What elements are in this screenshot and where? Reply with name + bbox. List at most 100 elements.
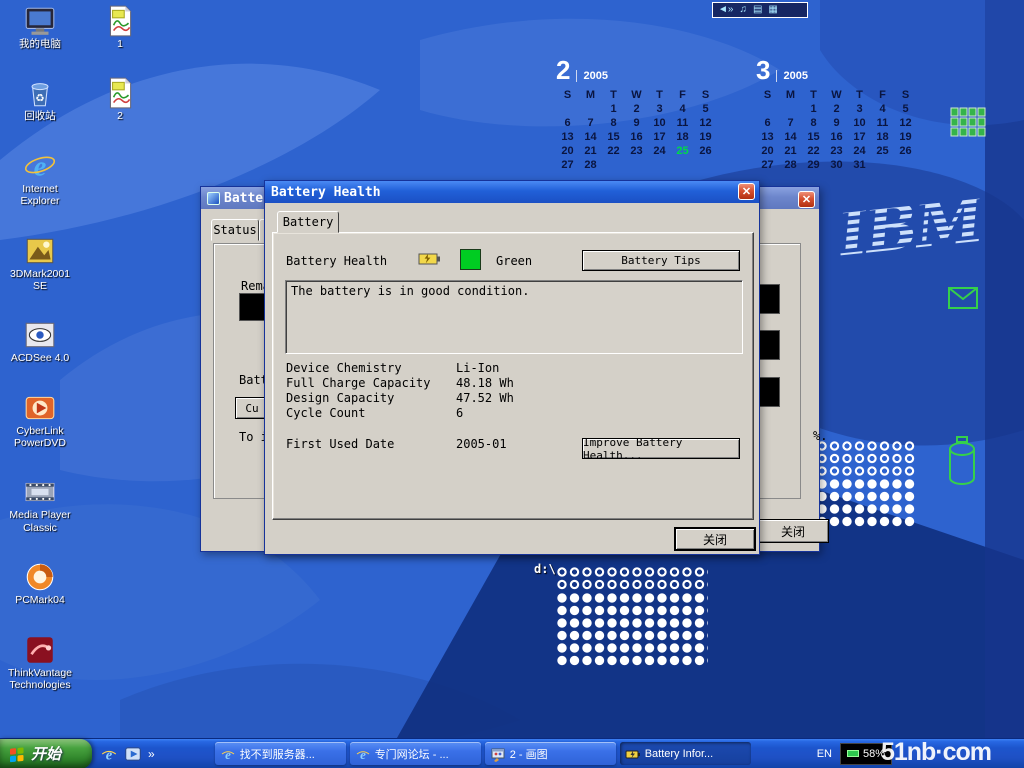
- volume-osd-panel: ◄» ♫ ▤ ▦: [712, 2, 808, 18]
- calendar-dow: S: [756, 89, 779, 103]
- desktop-icon[interactable]: 我的电脑: [2, 4, 78, 50]
- taskbar-task-1[interactable]: e专门网论坛 - ...: [350, 742, 481, 765]
- spec-value: 48.18 Wh: [456, 376, 514, 391]
- tab-label: Status: [213, 223, 256, 237]
- calendar-dow: W: [625, 89, 648, 103]
- taskbar-task-3[interactable]: Battery Infor...: [620, 742, 751, 765]
- close-button[interactable]: 关闭: [757, 519, 829, 543]
- calendar-day: 1: [602, 103, 625, 117]
- start-button[interactable]: 开始: [0, 739, 92, 768]
- language-indicator[interactable]: EN: [817, 748, 832, 760]
- file-label: 1: [117, 38, 123, 50]
- calendar-day: 24: [648, 145, 671, 159]
- taskbar-task-2[interactable]: 2 - 画图: [485, 742, 616, 765]
- desktop-file[interactable]: 2: [92, 76, 148, 122]
- svg-text:e: e: [360, 747, 366, 762]
- spec-value: Li-Ion: [456, 361, 499, 376]
- system-tray: EN 58%: [817, 739, 1024, 768]
- quicklaunch-expand-icon[interactable]: »: [148, 747, 155, 761]
- task-label: 找不到服务器...: [240, 746, 315, 762]
- desktop-icon[interactable]: 3DMark2001 SE: [2, 234, 78, 293]
- calendar-day: 11: [871, 117, 894, 131]
- calendar-day: 27: [756, 159, 779, 173]
- spec-value: 6: [456, 406, 463, 421]
- calendar-day: 11: [671, 117, 694, 131]
- calendar-day: 17: [848, 131, 871, 145]
- dots-filled: [816, 478, 916, 528]
- calendar-day: 13: [556, 131, 579, 145]
- close-button[interactable]: 关闭: [675, 528, 755, 550]
- taskbar-task-0[interactable]: e 找不到服务器...: [215, 742, 346, 765]
- calendar-grid: SMTWTFS123456789101112131415161718192021…: [556, 89, 718, 173]
- calendar-dow: T: [802, 89, 825, 103]
- tab-battery[interactable]: Battery: [277, 211, 339, 233]
- calendar-day: 7: [779, 117, 802, 131]
- calendar-dow: T: [602, 89, 625, 103]
- calendar-day: 9: [825, 117, 848, 131]
- tab-status[interactable]: Status: [211, 219, 259, 241]
- calendar-day: 12: [894, 117, 917, 131]
- desktop-icon[interactable]: ThinkVantage Technologies: [2, 633, 78, 692]
- calendar-day: 5: [694, 103, 717, 117]
- thinkvantage-icon: [23, 633, 57, 667]
- improve-battery-health-button[interactable]: Improve Battery Health...: [582, 438, 740, 459]
- calendar-day: 7: [579, 117, 602, 131]
- dots-pattern-right: [816, 440, 916, 528]
- recycle-bin-icon: ♻: [23, 76, 57, 110]
- first-used-value: 2005-01: [456, 437, 507, 452]
- desktop-icon[interactable]: ♻回收站: [2, 76, 78, 122]
- calendar-day: [579, 103, 602, 117]
- battery-specs: Device ChemistryLi-IonFull Charge Capaci…: [286, 361, 514, 421]
- windows-flag-icon: [8, 745, 26, 763]
- close-icon[interactable]: ✕: [738, 183, 755, 200]
- calendar-day: 28: [579, 159, 602, 173]
- svg-text:♻: ♻: [35, 93, 45, 105]
- calendar-day: 26: [894, 145, 917, 159]
- display-icon: ▤: [753, 5, 762, 15]
- svg-text:e: e: [225, 747, 231, 762]
- ibm-logo: IBM: [835, 183, 986, 271]
- ie-icon: e: [220, 746, 236, 762]
- battery-tips-button[interactable]: Battery Tips: [582, 250, 740, 271]
- paint-icon: [490, 746, 506, 762]
- calendar-day: 6: [756, 117, 779, 131]
- title-bar[interactable]: Battery Health: [265, 181, 759, 203]
- desktop-icon[interactable]: PCMark04: [2, 560, 78, 606]
- battery-meter[interactable]: 58%: [840, 743, 892, 765]
- quicklaunch-media-icon[interactable]: [124, 745, 142, 763]
- taskbar: 开始 e » e 找不到服务器... e专门网论坛 - ...2 - 画图Batte…: [0, 738, 1024, 768]
- desktop-icon-label: 我的电脑: [19, 38, 61, 50]
- desktop-icon-label: Media Player Classic: [3, 509, 77, 534]
- desktop-icon[interactable]: ACDSee 4.0: [2, 318, 78, 364]
- button-label: 关闭: [781, 523, 805, 540]
- calendar-month-number: 3: [756, 57, 770, 83]
- calendar-day: 23: [625, 145, 648, 159]
- close-icon[interactable]: ✕: [798, 191, 815, 208]
- button-label: 关闭: [703, 531, 727, 548]
- media-player-classic-icon: [23, 475, 57, 509]
- pcmark-icon: [23, 560, 57, 594]
- speaker-icon: ◄»: [718, 5, 733, 15]
- button-label: Cu: [245, 402, 258, 415]
- grid-icon: [950, 107, 986, 137]
- calendar-month-3: 32005SMTWTFS1234567891011121314151617181…: [756, 57, 918, 173]
- desktop-icon[interactable]: eInternet Explorer: [2, 149, 78, 208]
- desktop-icon[interactable]: Media Player Classic: [2, 475, 78, 534]
- calendar-day: 16: [825, 131, 848, 145]
- calendar-day: 30: [825, 159, 848, 173]
- calendar-dow: F: [671, 89, 694, 103]
- battery-icon: [625, 746, 641, 762]
- calendar-day: [756, 103, 779, 117]
- calendar-header: 22005: [556, 57, 718, 85]
- calendar-year: 2005: [776, 70, 807, 82]
- 3dmark-icon: [23, 234, 57, 268]
- quicklaunch-ie-icon[interactable]: e: [100, 745, 118, 763]
- battery-tab-page: Battery Health Green Battery Tips The ba…: [272, 232, 754, 520]
- powerdvd-icon: [23, 391, 57, 425]
- calendar-day: 2: [825, 103, 848, 117]
- condition-text: The battery is in good condition.: [291, 284, 529, 298]
- calendar-day: 1: [802, 103, 825, 117]
- calendar-day: [671, 159, 694, 173]
- desktop-icon[interactable]: CyberLink PowerDVD: [2, 391, 78, 450]
- desktop-file[interactable]: 1: [92, 4, 148, 50]
